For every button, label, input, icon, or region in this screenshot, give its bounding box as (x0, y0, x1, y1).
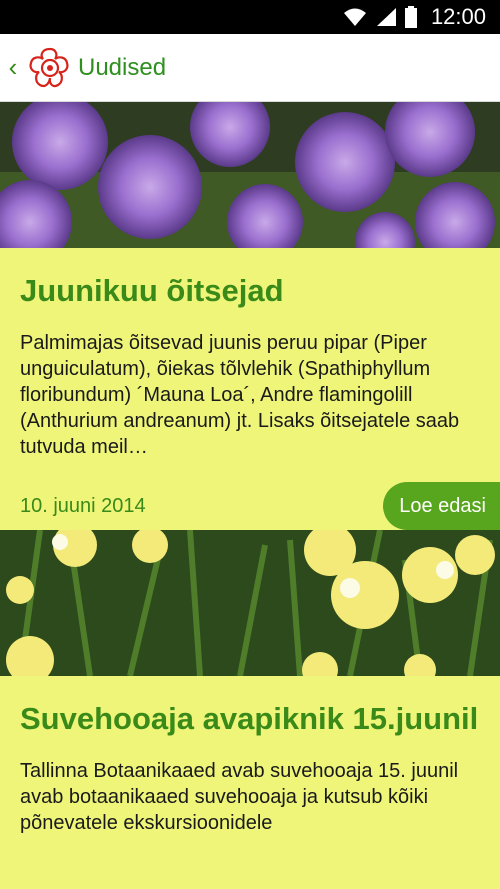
article-title[interactable]: Suvehooaja avapiknik 15.juunil (20, 676, 480, 738)
article-excerpt: Tallinna Botaanikaaed avab suvehooaja 15… (20, 760, 459, 834)
article-title[interactable]: Juunikuu õitsejad (20, 248, 480, 310)
news-card[interactable]: Juunikuu õitsejad Palmimajas õitsevad ju… (0, 248, 500, 530)
rose-logo-icon[interactable] (28, 46, 72, 90)
article-image-daffodils[interactable] (0, 530, 500, 676)
article-excerpt: Palmimajas õitsevad juunis peruu pipar (… (20, 332, 460, 458)
article-date: 10. juuni 2014 (20, 494, 146, 517)
page-title: Uudised (78, 53, 167, 81)
read-more-button[interactable]: Loe edasi (383, 482, 500, 530)
battery-icon (404, 6, 417, 28)
wifi-icon (343, 7, 367, 27)
app-bar: ‹ Uudised (0, 34, 500, 102)
status-bar: 12:00 (0, 0, 500, 34)
news-card[interactable]: Suvehooaja avapiknik 15.juunil Tallinna … (0, 676, 500, 836)
article-image-alliums[interactable] (0, 102, 500, 248)
back-chevron-icon[interactable]: ‹ (0, 52, 26, 83)
clock: 12:00 (430, 4, 486, 29)
signal-icon (375, 7, 397, 27)
